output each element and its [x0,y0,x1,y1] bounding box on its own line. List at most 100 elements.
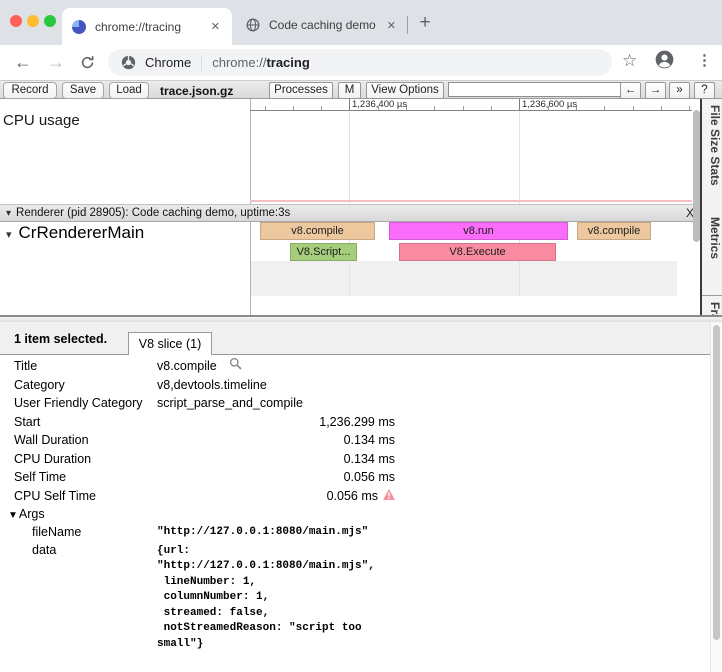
search-icon[interactable] [229,357,242,376]
ruler-tick [265,106,266,110]
tab-title: chrome://tracing [95,20,209,34]
timeline-ruler[interactable]: 1,236,400 µs 1,236,600 µs [250,99,692,111]
trace-slice[interactable]: V8.Execute [399,243,556,261]
selection-status: 1 item selected. [14,332,107,346]
inspector-row: Start 1,236.299 ms [0,413,710,432]
row-value: 0.056 ms [344,468,395,487]
row-label: Wall Duration [14,431,89,450]
site-label: Chrome [145,55,191,70]
row-value: 0.056 ms [327,487,395,506]
tracing-favicon-icon [72,20,86,34]
panel-splitter-handle[interactable] [0,315,722,322]
sidebar-tab-metrics[interactable]: Metrics [702,211,722,295]
window-minimize-button[interactable] [27,15,39,27]
thread-name: CrRendererMain [19,223,145,243]
omnibox-separator [201,55,202,71]
row-label: CPU Self Time [14,487,96,506]
timeline-gridline [519,110,520,295]
arg-value: {url: "http://127.0.0.1:8080/main.mjs", … [157,542,710,654]
row-label: User Friendly Category [14,394,143,413]
row-value: 1,236.299 ms [319,413,395,432]
trace-slice[interactable]: V8.Script... [290,243,357,261]
mode-button[interactable]: M [338,82,361,99]
load-button[interactable]: Load [109,82,149,99]
inspector-row: Self Time 0.056 ms [0,468,710,487]
ruler-tick [349,99,350,110]
trace-slice[interactable]: v8.compile [577,222,651,240]
save-button[interactable]: Save [62,82,104,99]
globe-icon [246,18,260,32]
ruler-label: 1,236,600 µs [522,99,577,110]
tab-title: Code caching demo [269,18,385,32]
ruler-tick [321,106,322,110]
find-prev-button[interactable]: ← [620,82,641,99]
timeline-gridline [349,110,350,295]
collapse-triangle-icon[interactable] [6,207,16,219]
row-value: 0.134 ms [344,450,395,469]
inspector-row: User Friendly Category script_parse_and_c… [0,394,710,413]
args-label: Args [19,507,45,521]
trace-slice[interactable]: v8.compile [260,222,375,240]
row-value: v8,devtools.timeline [157,376,267,395]
forward-icon: → [47,52,65,72]
find-end-button[interactable]: » [669,82,690,99]
analysis-body: Titlev8.compileCategoryv8,devtools.timel… [0,355,710,672]
ruler-tick [604,106,605,110]
ruler-tick [293,106,294,110]
collapse-triangle-icon[interactable] [6,223,19,243]
browser-window: chrome://tracing ✕ Code caching demo ✕ +… [0,0,722,672]
bookmark-star-icon[interactable]: ☆ [622,51,637,71]
find-next-button[interactable]: → [645,82,666,99]
browser-menu-icon[interactable]: ⋮ [697,51,712,69]
find-input[interactable] [448,82,622,97]
sidebar-tab-fra[interactable]: Fra [702,295,722,315]
args-header[interactable]: Args [0,505,710,524]
ruler-label: 1,236,400 µs [352,99,407,110]
row-label: Start [14,413,40,432]
reload-icon[interactable] [80,54,95,74]
process-header-bar[interactable]: Renderer (pid 28905): Code caching demo,… [0,204,704,222]
window-close-button[interactable] [10,15,22,27]
row-label: Category [14,376,65,395]
analysis-scrollbar[interactable] [710,322,722,672]
row-label: Self Time [14,468,66,487]
thread-label[interactable]: CrRendererMain [6,223,144,243]
processes-button[interactable]: Processes [269,82,333,99]
row-label: Title [14,357,37,376]
arg-key: data [32,543,56,557]
new-tab-button[interactable]: + [414,12,436,34]
window-zoom-button[interactable] [44,15,56,27]
cpu-usage-track-label: CPU usage [3,112,80,129]
row-value: 0.134 ms [344,431,395,450]
tab-close-icon[interactable]: ✕ [209,18,222,35]
inspector-row: Category v8,devtools.timeline [0,376,710,395]
tab-tracing[interactable]: chrome://tracing ✕ [62,8,232,45]
profile-avatar-icon[interactable] [655,50,674,69]
tab-v8-slice[interactable]: V8 slice (1) [128,332,212,355]
inspector-row: CPU Duration0.134 ms [0,450,710,469]
url-host: tracing [266,55,309,70]
help-button[interactable]: ? [694,82,715,99]
omnibox[interactable]: Chrome chrome:// tracing [108,49,612,76]
arg-value: "http://127.0.0.1:8080/main.mjs" [157,524,710,543]
tab-close-icon[interactable]: ✕ [385,17,398,34]
args-collapse-icon[interactable] [8,507,19,521]
analysis-scrollbar-thumb[interactable] [713,325,720,640]
back-icon[interactable]: ← [14,52,32,72]
tab-code-caching-demo[interactable]: Code caching demo ✕ [240,10,404,40]
timeline-scrollbar-thumb[interactable] [693,110,700,242]
address-bar: ← → Chrome chrome:// tracing ☆ ⋮ [0,45,722,80]
args-rows: fileName"http://127.0.0.1:8080/main.mjs"… [0,524,710,654]
ruler-tick [463,106,464,110]
trace-slice[interactable]: v8.run [389,222,568,240]
ruler-tick [689,106,690,110]
analysis-tab-strip: 1 item selected. V8 slice (1) [0,322,710,355]
sidebar-tab-file-size-stats[interactable]: File Size Stats [702,99,722,211]
tab-separator [407,16,408,34]
arg-row: fileName"http://127.0.0.1:8080/main.mjs" [0,524,710,543]
slice-track: v8.compile v8.run v8.compile V8.Script... V8… [250,222,692,262]
view-options-button[interactable]: View Options [366,82,444,99]
tab-strip: chrome://tracing ✕ Code caching demo ✕ + [0,0,722,45]
row-value: script_parse_and_compile [157,394,303,413]
record-button[interactable]: Record [3,82,57,99]
